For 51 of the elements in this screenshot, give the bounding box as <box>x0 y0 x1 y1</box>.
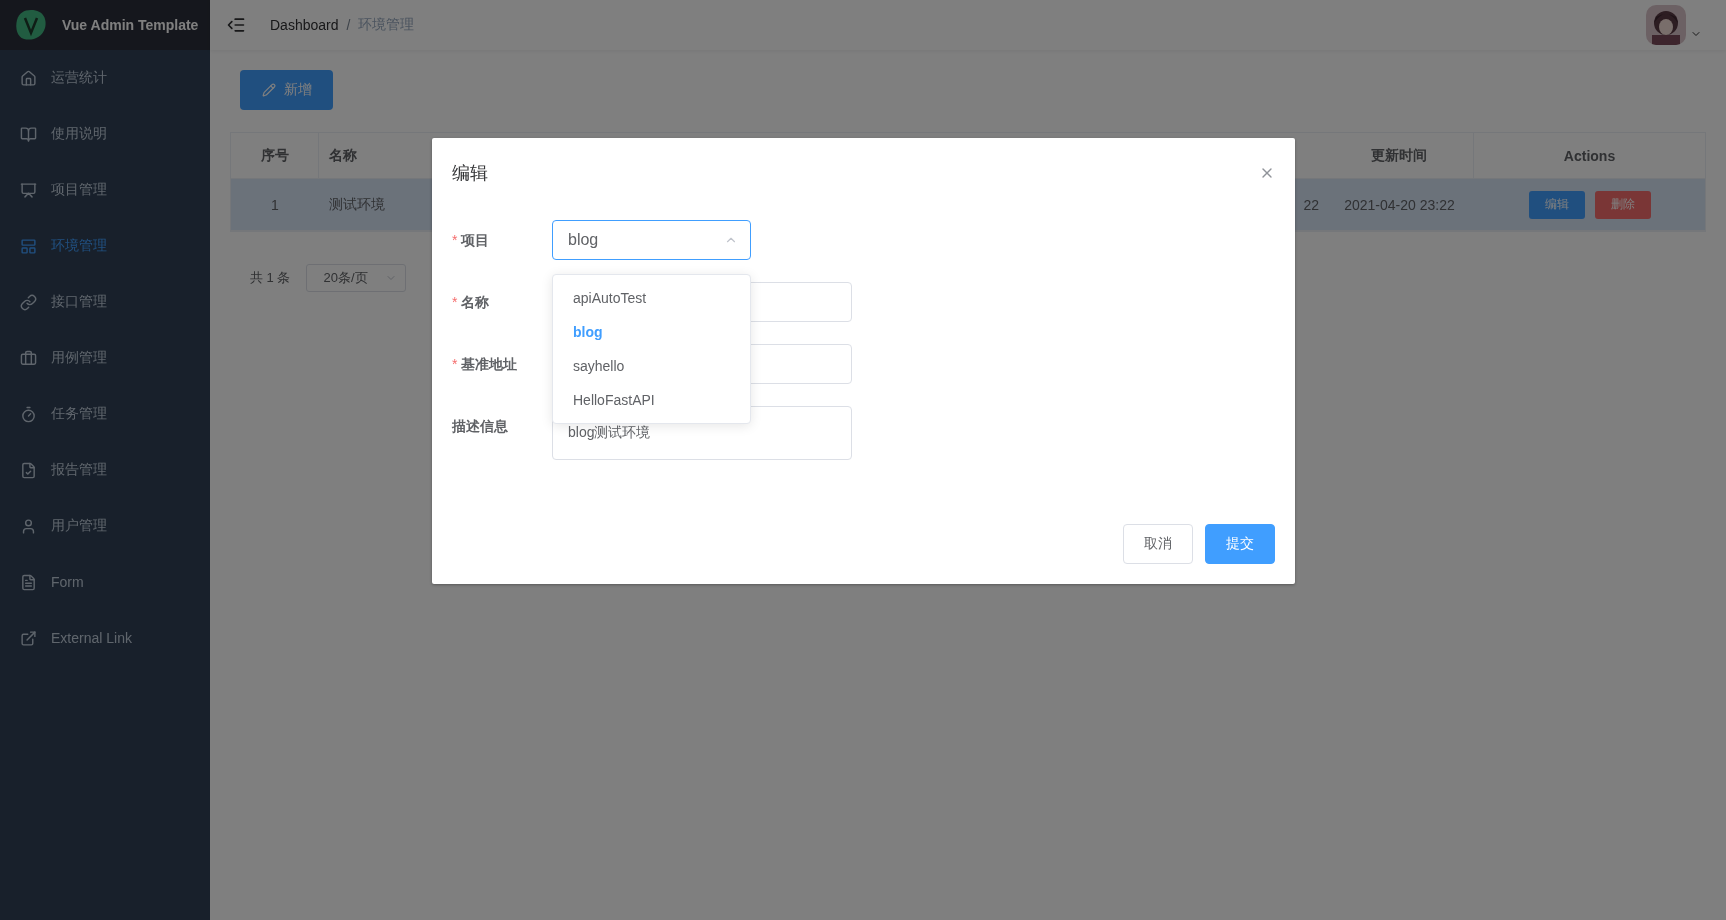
stopwatch-icon <box>20 405 37 423</box>
table-cell: 测试环境 <box>329 195 385 214</box>
breadcrumb-separator: / <box>346 17 351 33</box>
dropdown-option[interactable]: blog <box>553 315 750 349</box>
external-link-icon <box>20 629 37 647</box>
user-icon <box>20 517 37 535</box>
briefcase-icon <box>20 349 37 367</box>
dropdown-option[interactable]: apiAutoTest <box>553 281 750 315</box>
form-label: * 项目 <box>452 231 491 250</box>
presentation-board-icon <box>20 181 37 199</box>
link-icon <box>20 293 37 311</box>
dialog-title: 编辑 <box>452 162 488 185</box>
edit-button[interactable]: 编辑 <box>1528 190 1585 219</box>
sidebar-item[interactable]: 用户管理 <box>0 498 210 554</box>
sidebar-item[interactable]: 运营统计 <box>0 50 210 106</box>
logo-text: Vue Admin Template <box>62 17 199 33</box>
sidebar-item[interactable]: 使用说明 <box>0 106 210 162</box>
column-header: Actions <box>1562 146 1617 166</box>
table-cell-text: 2021-04-20 23:22 <box>1343 195 1456 215</box>
delete-button[interactable]: 删除 <box>1594 190 1651 219</box>
sidebar-item[interactable]: 任务管理 <box>0 386 210 442</box>
cancel-button[interactable]: 取消 <box>1123 524 1193 564</box>
sidebar-item[interactable]: 用例管理 <box>0 330 210 386</box>
column-header: 序号 <box>231 133 319 178</box>
document-check-icon <box>20 461 37 479</box>
column-header: 更新时间 <box>1325 133 1474 178</box>
dropdown-option[interactable]: sayhello <box>553 349 750 383</box>
panel-icon <box>20 237 37 255</box>
form-label: 描述信息 <box>452 417 509 436</box>
pencil-icon <box>261 83 276 97</box>
page-size-select[interactable]: 20条/页 <box>306 264 407 292</box>
menu-icon[interactable] <box>226 15 246 35</box>
sidebar-item[interactable]: 报告管理 <box>0 442 210 498</box>
sidebar-item[interactable]: External Link <box>0 610 210 666</box>
column-header: 名称 <box>329 146 357 165</box>
submit-button[interactable]: 提交 <box>1205 524 1275 564</box>
add-button[interactable]: 新增 <box>240 70 333 110</box>
pagination-total: 共 1 条 <box>250 269 291 287</box>
project-select[interactable]: blog <box>552 220 751 260</box>
sidebar-item[interactable]: 项目管理 <box>0 162 210 218</box>
logo-icon <box>14 8 48 42</box>
book-icon <box>20 125 37 143</box>
sidebar-item[interactable]: 环境管理 <box>0 218 210 274</box>
form-label: * 名称 <box>452 293 491 312</box>
home-icon <box>20 69 37 87</box>
sidebar-item[interactable]: Form <box>0 554 210 610</box>
table-cell-text: 1 <box>270 195 280 215</box>
table-cell: 22 <box>1303 196 1319 213</box>
document-icon <box>20 573 37 591</box>
form-label: * 基准地址 <box>452 355 519 374</box>
breadcrumb-link[interactable]: Dashboard <box>270 17 339 33</box>
